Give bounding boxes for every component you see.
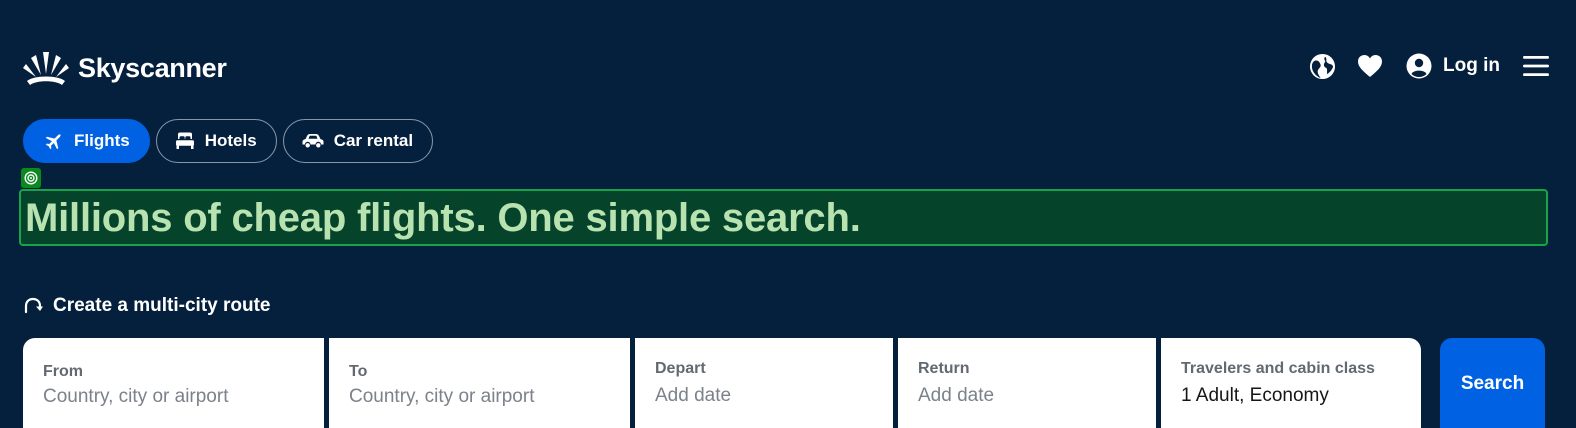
multi-city-link[interactable]: Create a multi-city route	[23, 295, 271, 317]
search-type-tabs: Flights Hotels Car rental	[23, 119, 434, 163]
tab-car-rental-label: Car rental	[333, 131, 414, 150]
plane-icon	[45, 134, 61, 150]
return-label: Return	[918, 360, 970, 377]
to-label: To	[349, 363, 368, 380]
brand-name: Skyscanner	[78, 52, 227, 83]
return-field[interactable]: Return Add date	[898, 338, 1156, 428]
globe-icon[interactable]	[1308, 52, 1336, 80]
header-actions: Log in	[1308, 52, 1550, 80]
to-input[interactable]: Country, city or airport	[349, 386, 534, 408]
tab-flights[interactable]: Flights	[23, 119, 150, 163]
menu-icon[interactable]	[1522, 52, 1550, 80]
travelers-label: Travelers and cabin class	[1181, 360, 1375, 377]
site-header: Skyscanner Log in	[0, 0, 1576, 110]
search-button-label: Search	[1460, 373, 1525, 394]
return-date-input[interactable]: Add date	[918, 385, 994, 407]
multi-city-label: Create a multi-city route	[53, 295, 271, 316]
from-label: From	[43, 363, 83, 380]
travelers-value[interactable]: 1 Adult, Economy	[1181, 385, 1329, 407]
login-label: Log in	[1443, 55, 1500, 76]
login-button[interactable]: Log in	[1406, 53, 1500, 79]
account-icon	[1406, 53, 1432, 79]
page-title: Millions of cheap flights. One simple se…	[25, 196, 861, 240]
skyscanner-logo[interactable]: Skyscanner	[22, 50, 227, 86]
tab-car-rental[interactable]: Car rental	[282, 119, 434, 163]
tab-flights-label: Flights	[74, 131, 130, 150]
car-icon	[302, 134, 324, 148]
to-field[interactable]: To Country, city or airport	[329, 338, 630, 428]
multi-city-route-icon	[24, 297, 43, 314]
depart-date-input[interactable]: Add date	[655, 385, 731, 407]
bed-icon	[175, 132, 194, 149]
depart-label: Depart	[655, 360, 706, 377]
from-field[interactable]: From Country, city or airport	[23, 338, 324, 428]
tab-hotels[interactable]: Hotels	[155, 119, 277, 163]
heart-icon[interactable]	[1356, 52, 1384, 80]
from-input[interactable]: Country, city or airport	[43, 386, 228, 408]
search-button[interactable]: Search	[1440, 338, 1545, 428]
sunrise-logo-icon	[23, 52, 69, 85]
travelers-cabin-field[interactable]: Travelers and cabin class 1 Adult, Econo…	[1161, 338, 1421, 428]
hero-highlight: Millions of cheap flights. One simple se…	[19, 189, 1548, 246]
tab-hotels-label: Hotels	[204, 131, 257, 150]
depart-field[interactable]: Depart Add date	[635, 338, 893, 428]
target-icon	[21, 168, 41, 188]
